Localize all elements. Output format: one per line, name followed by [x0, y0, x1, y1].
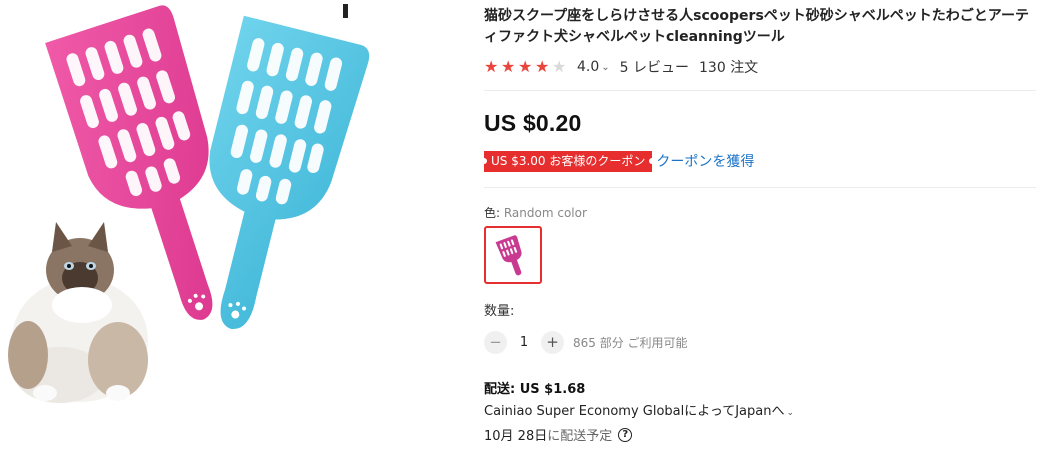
quantity-stepper: − 1 + 865 部分 ご利用可能	[484, 330, 688, 354]
star-rating: ★ ★ ★ ★ ★	[484, 59, 569, 75]
product-price: US $0.20	[484, 110, 582, 136]
available-stock: 865 部分 ご利用可能	[573, 335, 688, 350]
coupon-badge: US $3.00 お客様のクーポン	[480, 150, 656, 172]
star-icon: ★	[535, 57, 550, 76]
chevron-down-icon[interactable]: ⌄	[601, 62, 609, 73]
orders-count: 130 注文	[699, 60, 759, 76]
quantity-value[interactable]: 1	[507, 335, 541, 350]
scoop-thumbnail-icon	[495, 235, 522, 276]
reviews-link[interactable]: 5 レビュー	[620, 57, 689, 77]
decrement-button[interactable]: −	[484, 330, 507, 354]
star-empty-icon: ★	[552, 57, 567, 76]
get-coupon-link[interactable]: クーポンを獲得	[656, 151, 754, 171]
star-icon: ★	[518, 57, 533, 76]
color-swatch-random[interactable]	[484, 226, 542, 284]
coupon-row: US $3.00 お客様のクーポン クーポンを獲得	[480, 150, 754, 172]
color-label-text: 色:	[484, 206, 504, 220]
help-icon[interactable]: ?	[618, 427, 633, 442]
delivery-suffix: に配送予定	[547, 429, 613, 444]
product-title: 猫砂スクープ座をしらけさせる人scoopersペット砂砂シャベルペットたわごとア…	[484, 8, 1029, 45]
shipping-carrier-link[interactable]: Cainiao Super Economy GlobalによってJapanへ ⌄	[484, 400, 794, 419]
rating-score[interactable]: 4.0	[577, 59, 599, 75]
star-icon: ★	[484, 57, 499, 76]
delivery-date: 10月 28日	[484, 429, 548, 444]
increment-button[interactable]: +	[541, 330, 564, 354]
product-photo	[8, 4, 370, 403]
divider	[484, 187, 1036, 188]
cat-figure	[8, 222, 148, 403]
star-icon: ★	[501, 57, 516, 76]
product-image[interactable]	[0, 0, 440, 453]
delivery-estimate: 10月 28日 に配送予定 ?	[484, 425, 633, 444]
chevron-down-icon: ⌄	[786, 408, 795, 418]
quantity-label: 数量:	[484, 304, 515, 319]
shipping-cost: 配送: US $1.68	[484, 382, 586, 397]
divider	[484, 90, 1036, 91]
carrier-text: Cainiao Super Economy GlobalによってJapanへ	[484, 404, 785, 419]
rating-row: ★ ★ ★ ★ ★ 4.0 ⌄ 5 レビュー 130 注文	[484, 57, 758, 77]
color-label: 色: Random color	[484, 204, 587, 221]
color-value: Random color	[503, 206, 587, 220]
